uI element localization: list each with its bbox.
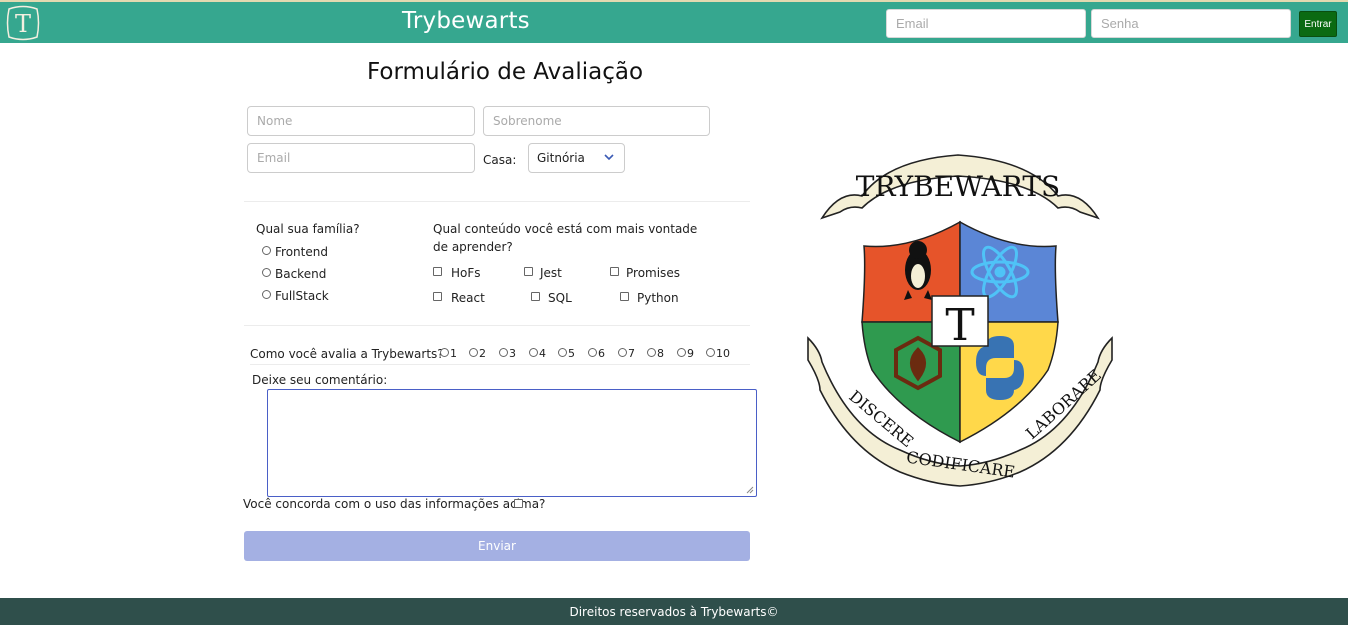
rating-option-label: 3 (509, 347, 516, 360)
house-label: Casa: (483, 153, 517, 167)
rating-radio-1[interactable] (440, 348, 449, 357)
rating-radio-10[interactable] (706, 348, 715, 357)
crest-center-letter: T (945, 300, 974, 351)
family-option-label: Frontend (275, 245, 328, 259)
content-checkbox-hofs[interactable] (433, 267, 442, 276)
form-title: Formulário de Avaliação (367, 59, 644, 85)
family-radio-backend[interactable] (262, 268, 271, 277)
rating-radio-6[interactable] (588, 348, 597, 357)
crest-banner-text: TRYBEWARTS (856, 170, 1060, 203)
rating-option-label: 2 (479, 347, 486, 360)
rating-option-label: 5 (568, 347, 575, 360)
rating-radio-4[interactable] (529, 348, 538, 357)
content-option-label: SQL (548, 291, 572, 305)
content-checkbox-python[interactable] (620, 292, 629, 301)
page-footer: Direitos reservados à Trybewarts© (0, 598, 1348, 625)
rating-option-label: 10 (716, 347, 730, 360)
house-selected-value: Gitnória (537, 151, 585, 165)
login-password-input[interactable]: Senha (1091, 9, 1291, 38)
content-question: Qual conteúdo você está com mais vontade… (433, 222, 698, 254)
last-name-input[interactable]: Sobrenome (483, 106, 710, 136)
family-radio-frontend[interactable] (262, 246, 271, 255)
content-checkbox-jest[interactable] (524, 267, 533, 276)
rating-radio-2[interactable] (469, 348, 478, 357)
chevron-down-icon (604, 154, 614, 161)
family-question: Qual sua família? (256, 222, 360, 236)
content-option-label: React (451, 291, 485, 305)
rating-radio-5[interactable] (558, 348, 567, 357)
resize-handle-icon[interactable] (746, 486, 754, 494)
content-option-label: Jest (540, 266, 562, 280)
content-checkbox-react[interactable] (433, 292, 442, 301)
rating-option-label: 7 (628, 347, 635, 360)
divider (244, 325, 750, 326)
login-email-input[interactable]: Email (886, 9, 1086, 38)
site-title: Trybewarts (402, 8, 530, 34)
rating-option-label: 6 (598, 347, 605, 360)
rating-question: Como você avalia a Trybewarts? (250, 347, 444, 361)
content-option-label: Promises (626, 266, 680, 280)
content-option-label: Python (637, 291, 679, 305)
trybewarts-logo-icon[interactable]: T (5, 5, 41, 41)
comment-textarea[interactable] (267, 389, 757, 497)
rating-option-label: 8 (657, 347, 664, 360)
family-option-label: Backend (275, 267, 327, 281)
footer-text: Direitos reservados à Trybewarts© (569, 604, 779, 619)
rating-option-label: 9 (687, 347, 694, 360)
agreement-label: Você concorda com o uso das informações … (243, 497, 546, 511)
rating-radio-7[interactable] (618, 348, 627, 357)
rating-radio-9[interactable] (677, 348, 686, 357)
form-email-input[interactable]: Email (247, 143, 475, 173)
rating-radio-8[interactable] (647, 348, 656, 357)
family-radio-fullstack[interactable] (262, 290, 271, 299)
comment-label: Deixe seu comentário: (252, 373, 388, 387)
divider (244, 201, 750, 202)
top-header: T Trybewarts Email Senha Entrar (0, 0, 1348, 43)
svg-text:T: T (15, 10, 31, 38)
rating-radio-3[interactable] (499, 348, 508, 357)
agreement-checkbox[interactable] (514, 499, 523, 508)
rating-option-label: 1 (450, 347, 457, 360)
content-option-label: HoFs (451, 266, 481, 280)
family-option-label: FullStack (275, 289, 329, 303)
first-name-input[interactable]: Nome (247, 106, 475, 136)
divider (250, 364, 750, 365)
content-checkbox-promises[interactable] (610, 267, 619, 276)
submit-button[interactable]: Enviar (244, 531, 750, 561)
rating-option-label: 4 (539, 347, 546, 360)
trybewarts-crest-logo: TRYBEWARTS T DISCERE CODIFICARE LABORARE (807, 154, 1113, 487)
house-select[interactable]: Gitnória (528, 143, 625, 173)
content-checkbox-sql[interactable] (531, 292, 540, 301)
login-button[interactable]: Entrar (1299, 11, 1337, 37)
